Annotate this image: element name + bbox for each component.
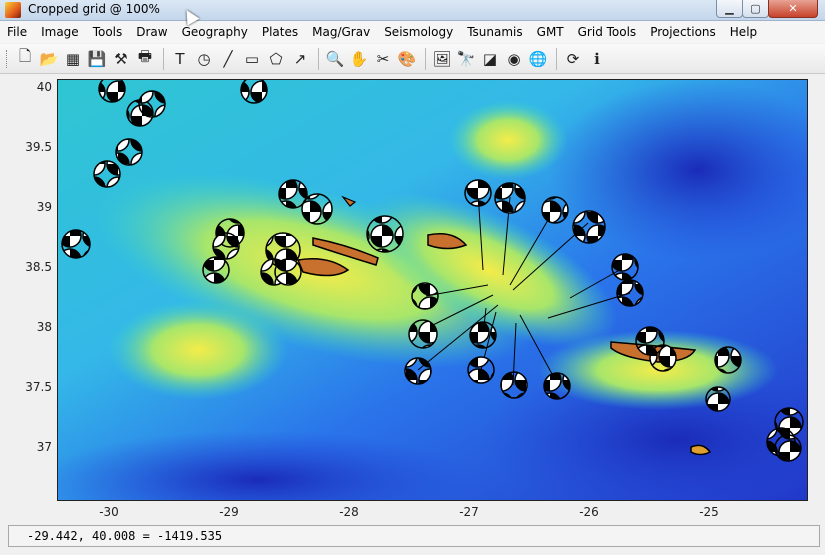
menu-help[interactable]: Help — [723, 21, 764, 43]
minimize-button[interactable]: ▁ — [716, 0, 743, 18]
line-icon[interactable]: ╱ — [217, 48, 239, 70]
toolbar-grip[interactable] — [6, 50, 10, 68]
menu-mag-grav[interactable]: Mag/Grav — [305, 21, 377, 43]
y-tick: 38 — [36, 320, 52, 334]
tools-icon[interactable]: ⚒ — [110, 48, 132, 70]
toolbar-separator — [163, 47, 164, 70]
rectangle-icon[interactable]: ▭ — [241, 48, 263, 70]
text-icon[interactable]: T — [169, 48, 191, 70]
palette-icon[interactable]: 🎨 — [396, 48, 418, 70]
grid-icon[interactable]: ▦ — [62, 48, 84, 70]
menu-bar: File Image Tools Draw Geography Plates Mag/Gra… — [0, 21, 825, 43]
maximize-button[interactable]: ▢ — [742, 0, 769, 18]
x-tick: -30 — [99, 505, 119, 519]
zoom-icon[interactable]: 🔍 — [324, 48, 346, 70]
toolbar-separator — [318, 47, 319, 70]
scissors-icon[interactable]: ✂ — [372, 48, 394, 70]
menu-image[interactable]: Image — [34, 21, 86, 43]
toolbar-separator — [556, 47, 557, 70]
y-tick: 39.5 — [25, 140, 52, 154]
refresh-icon[interactable]: ⟳ — [562, 48, 584, 70]
menu-tsunamis[interactable]: Tsunamis — [460, 21, 529, 43]
shade-icon[interactable]: ◪ — [479, 48, 501, 70]
menu-grid-tools[interactable]: Grid Tools — [571, 21, 644, 43]
matlab-icon — [5, 2, 21, 18]
arrow-icon[interactable]: ↗ — [289, 48, 311, 70]
x-tick: -27 — [459, 505, 479, 519]
y-tick: 40 — [36, 80, 52, 94]
y-tick: 37.5 — [25, 380, 52, 394]
y-tick: 38.5 — [25, 260, 52, 274]
x-tick: -26 — [579, 505, 599, 519]
image-tool-icon[interactable]: 🖼 — [431, 48, 453, 70]
pan-hand-icon[interactable]: ✋ — [348, 48, 370, 70]
print-icon[interactable]: 🖶 — [134, 47, 156, 70]
menu-gmt[interactable]: GMT — [530, 21, 571, 43]
menu-projections[interactable]: Projections — [643, 21, 723, 43]
figure-area: 40 39.5 39 38.5 38 37.5 37 -30 -29 -28 -… — [0, 75, 825, 522]
coordinate-readout: -29.442, 40.008 = -1419.535 — [27, 529, 223, 543]
circle-icon[interactable]: ◷ — [193, 48, 215, 70]
x-tick: -28 — [339, 505, 359, 519]
status-bar: -29.442, 40.008 = -1419.535 — [8, 525, 820, 547]
bathymetry-map[interactable] — [57, 79, 808, 501]
x-tick: -25 — [699, 505, 719, 519]
y-tick: 37 — [36, 440, 52, 454]
binoculars-icon[interactable]: 🔭 — [455, 48, 477, 70]
toolbar-separator — [425, 47, 426, 70]
menu-draw[interactable]: Draw — [129, 21, 174, 43]
menu-seismology[interactable]: Seismology — [377, 21, 460, 43]
map-svg — [58, 80, 807, 500]
menu-tools[interactable]: Tools — [86, 21, 130, 43]
title-bar: Cropped grid @ 100% ▁ ▢ ✕ — [0, 0, 825, 21]
x-tick: -29 — [219, 505, 239, 519]
window-title: Cropped grid @ 100% — [28, 2, 160, 16]
sphere-icon[interactable]: ◉ — [503, 48, 525, 70]
globe-icon[interactable]: 🌐 — [527, 48, 549, 70]
new-file-icon[interactable]: 🗋 — [14, 47, 36, 70]
save-icon[interactable]: 💾 — [86, 48, 108, 70]
y-tick: 39 — [36, 200, 52, 214]
close-button[interactable]: ✕ — [768, 0, 818, 18]
open-file-icon[interactable]: 📂 — [38, 48, 60, 70]
menu-plates[interactable]: Plates — [255, 21, 305, 43]
polygon-icon[interactable]: ⬠ — [265, 48, 287, 70]
menu-file[interactable]: File — [0, 21, 34, 43]
info-icon[interactable]: ℹ — [586, 48, 608, 70]
toolbar: 🗋 📂 ▦ 💾 ⚒ 🖶 T ◷ ╱ ▭ ⬠ ↗ 🔍 ✋ ✂ 🎨 🖼 🔭 ◪ ◉ 🌐 ⟳ ℹ — [0, 44, 825, 74]
